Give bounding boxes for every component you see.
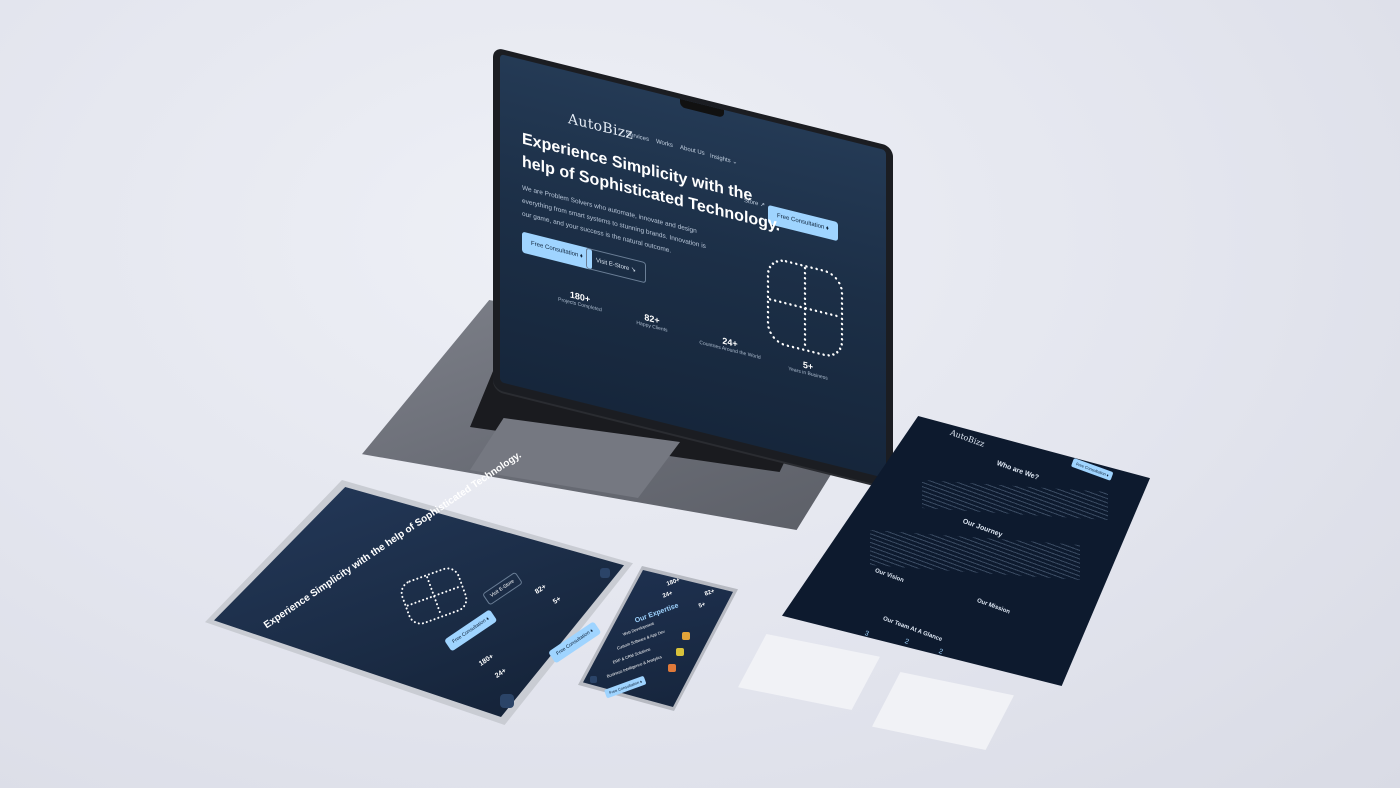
expertise-cube-icon xyxy=(682,632,690,640)
stat-projects: 180+ Projects Completed xyxy=(540,282,620,318)
expertise-cube-icon xyxy=(676,648,684,656)
nav-about-us[interactable]: About Us xyxy=(680,145,705,157)
nav-works[interactable]: Works xyxy=(656,139,673,149)
hero-free-consultation-button[interactable]: Free Consultation ⬧ xyxy=(522,231,592,270)
expertise-cube-icon xyxy=(668,664,676,672)
visit-estore-button[interactable]: Visit E-Store ↘ xyxy=(586,247,646,284)
tablet-chat-icon[interactable] xyxy=(500,694,514,708)
stat-clients: 82+ Happy Clients xyxy=(612,304,692,340)
tablet-dotted-logo-icon xyxy=(400,567,468,625)
nav-insights[interactable]: Insights ⌄ xyxy=(710,152,737,166)
dotted-grid-logo-icon xyxy=(766,259,844,357)
brand-logo[interactable]: AutoBizz xyxy=(568,111,633,143)
business-card-blank xyxy=(738,634,880,710)
business-card-blank xyxy=(872,672,1014,750)
stat-countries: 24+ Countries Around the World xyxy=(690,327,770,363)
phone-menu-icon[interactable] xyxy=(590,676,597,683)
tablet-menu-icon[interactable] xyxy=(600,568,610,578)
